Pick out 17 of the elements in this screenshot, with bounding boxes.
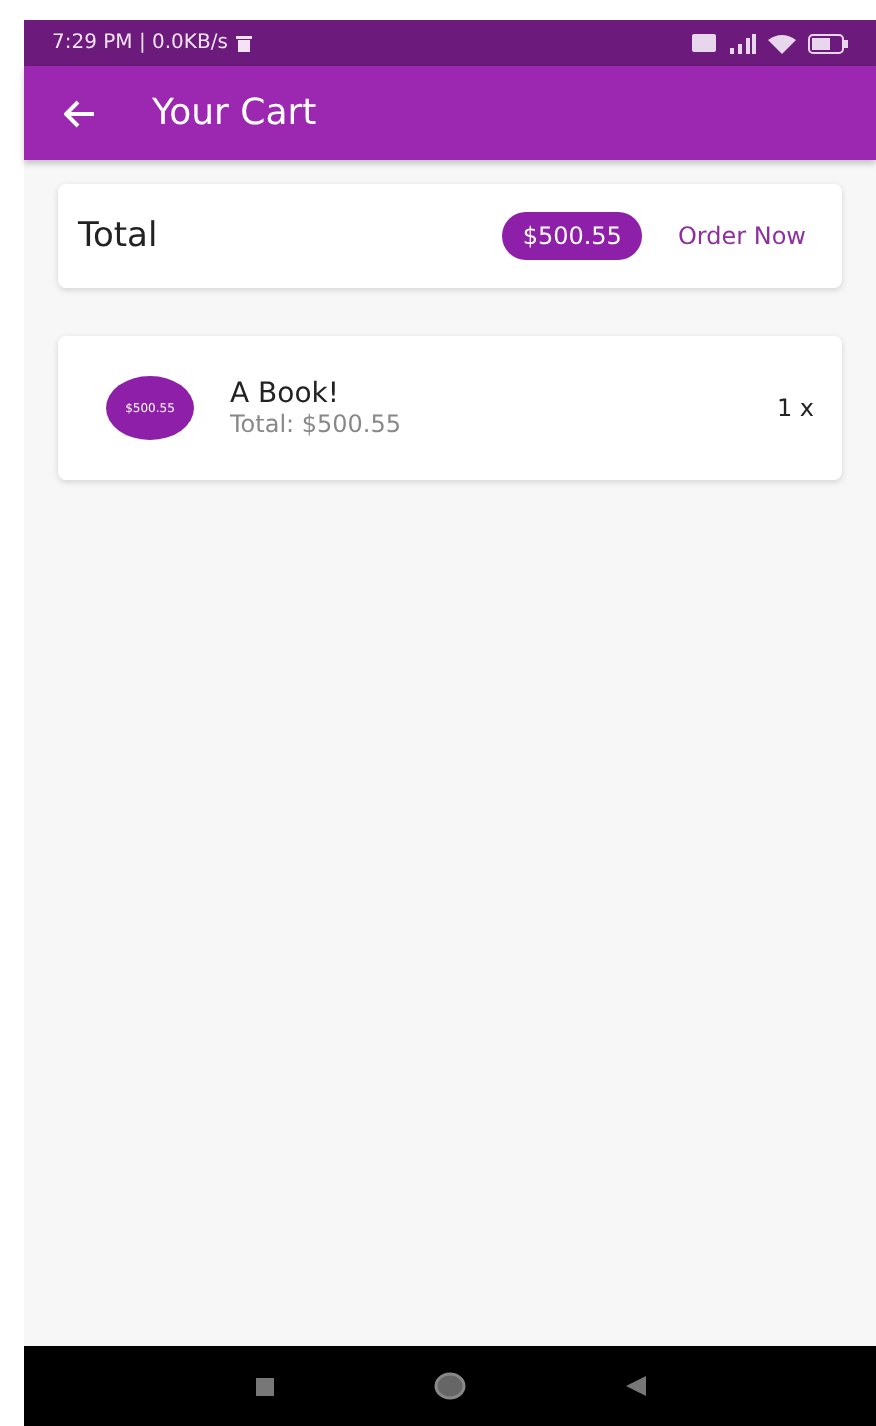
trash-icon	[235, 34, 252, 52]
signal-icon	[728, 33, 756, 53]
back-icon[interactable]	[625, 1376, 645, 1396]
screen-title: Your Cart	[152, 92, 317, 134]
status-text: 7:29 PM | 0.0KB/s	[52, 32, 228, 54]
home-icon[interactable]	[433, 1372, 465, 1400]
item-title: A Book!	[230, 378, 341, 410]
recents-icon[interactable]	[255, 1377, 273, 1395]
wifi-icon	[768, 33, 796, 53]
total-label: Total	[78, 216, 160, 256]
sim-icon	[692, 34, 716, 52]
item-total: Total: $500.55	[230, 410, 404, 438]
total-amount-chip: $500.55	[502, 212, 642, 260]
order-now-button[interactable]: Order Now	[661, 210, 822, 262]
item-quantity: 1 x	[776, 394, 814, 422]
battery-icon	[808, 33, 848, 53]
back-arrow-icon[interactable]	[64, 99, 96, 127]
